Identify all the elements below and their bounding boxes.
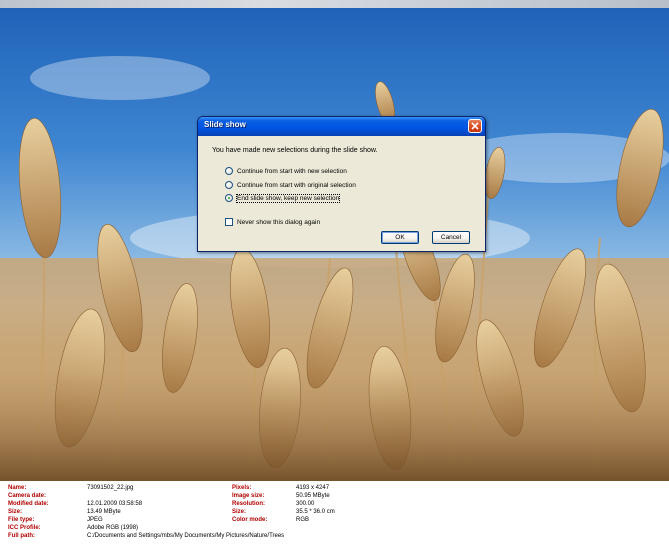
image-info-panel: Name: 73091502_22.jpg Camera date: Modif… [0,481,669,557]
info-row-pixels: Pixels: [232,485,252,491]
info-row-resolution: Resolution: [232,501,265,507]
option-end-keep-new-selection[interactable]: End slide show, keep new selection [225,193,341,203]
option-label: End slide show, keep new selection [235,193,341,203]
dialog-message: You have made new selections during the … [212,147,378,154]
info-row-icc-profile: ICC Profile: [8,525,41,531]
slide-show-dialog: Slide show You have made new selections … [197,116,486,252]
info-value-print-size: 35.5 * 36.0 cm [296,509,335,515]
info-value-resolution: 300.00 [296,501,315,507]
never-show-again-checkbox-row[interactable]: Never show this dialog again [225,217,320,227]
radio-button-selected[interactable] [225,194,233,202]
info-row-modified-date: Modified date: [8,501,49,507]
info-row-full-path: Full path: [8,533,35,539]
info-row-camera-date: Camera date: [8,493,47,499]
info-value-color-mode: RGB [296,517,310,523]
info-row-image-size: Image size: [232,493,265,499]
info-value-icc-profile: Adobe RGB (1998) [87,525,139,531]
info-row-name: Name: [8,484,26,492]
dialog-titlebar[interactable]: Slide show [198,117,485,136]
info-row-size: Size: [8,509,23,515]
window-top-strip [0,0,669,8]
radio-button[interactable] [225,167,233,175]
close-button[interactable] [468,119,482,133]
ok-button[interactable]: OK [381,231,419,244]
option-label: Continue from start with new selection [237,167,347,175]
info-value-pixels: 4193 x 4247 [296,485,330,491]
cancel-button[interactable]: Cancel [432,231,470,244]
radio-button[interactable] [225,181,233,189]
info-value-image-size: 50.95 MByte [296,493,330,499]
option-continue-new-selection[interactable]: Continue from start with new selection [225,166,347,176]
never-show-again-checkbox[interactable] [225,218,233,226]
info-value-modified-date: 12.01.2009 03:58:58 [87,501,143,507]
dialog-title: Slide show [204,120,246,129]
info-row-color-mode: Color mode: [232,517,268,523]
info-label: Name: [8,485,27,491]
info-value-size: 13.49 MByte [87,509,121,515]
option-label: Continue from start with original select… [237,181,356,189]
close-icon [471,122,479,130]
photo-viewer[interactable]: Slide show You have made new selections … [0,8,669,481]
option-continue-original-selection[interactable]: Continue from start with original select… [225,180,356,190]
checkbox-label: Never show this dialog again [237,218,321,226]
info-row-print-size: Size: [232,509,247,515]
info-value-name: 73091502_22.jpg [87,485,134,491]
info-value-full-path: C:/Documents and Settings/mbs/My Documen… [87,533,285,539]
info-row-file-type: File type: [8,517,35,523]
info-value-file-type: JPEG [87,517,103,523]
